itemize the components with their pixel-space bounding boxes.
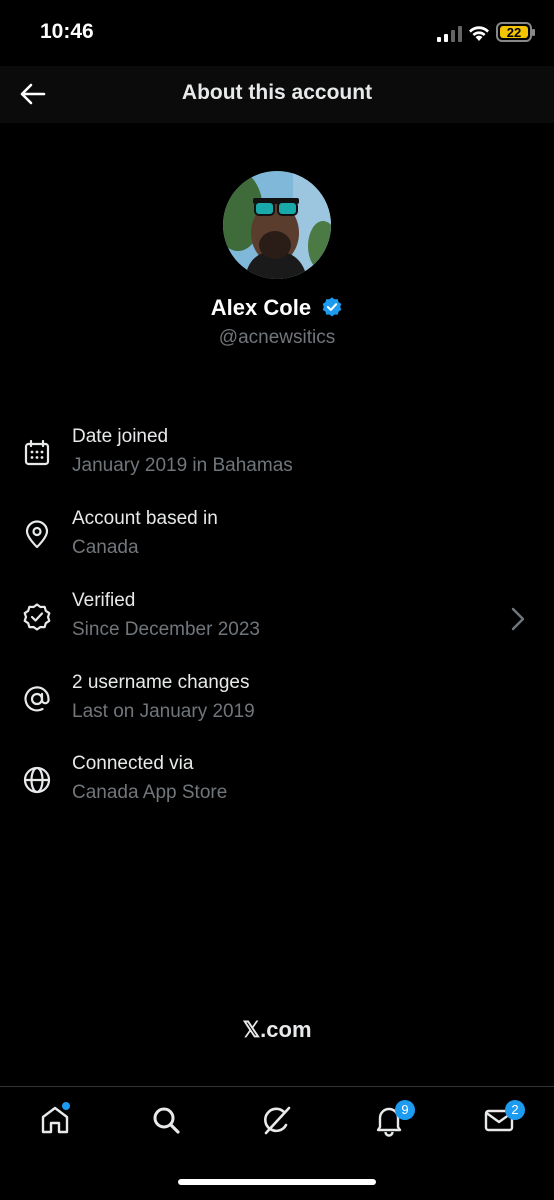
header: About this account	[0, 66, 554, 123]
row-label: Connected via	[72, 753, 194, 774]
globe-icon	[23, 766, 51, 794]
row-connected-via: Connected via Canada App Store	[0, 753, 554, 823]
wifi-icon	[469, 26, 489, 41]
location-pin-icon	[25, 520, 49, 549]
at-sign-icon	[24, 686, 50, 712]
row-value: Last on January 2019	[72, 701, 255, 722]
profile-name-row: Alex Cole	[0, 295, 554, 321]
chevron-right-icon[interactable]	[510, 606, 526, 632]
row-date-joined: Date joined January 2019 in Bahamas	[0, 426, 554, 496]
notifications-badge: 9	[395, 1100, 415, 1120]
row-label: Date joined	[72, 426, 169, 447]
row-label: Account based in	[72, 508, 218, 529]
row-label: Verified	[72, 590, 136, 611]
home-indicator	[178, 1179, 376, 1185]
row-value: Since December 2023	[72, 619, 260, 640]
verified-badge-icon	[322, 297, 342, 317]
grok-icon[interactable]	[260, 1103, 294, 1137]
profile-name: Alex Cole	[210, 295, 312, 320]
row-verified[interactable]: Verified Since December 2023	[0, 590, 554, 660]
avatar[interactable]	[223, 171, 331, 279]
x-com-logo[interactable]: 𝕏.com	[0, 1017, 554, 1043]
battery-icon: 22	[496, 22, 535, 42]
battery-level: 22	[500, 26, 528, 39]
calendar-icon	[24, 439, 50, 466]
cellular-signal-icon	[437, 26, 462, 42]
row-value: Canada App Store	[72, 782, 228, 803]
row-username-changes: 2 username changes Last on January 2019	[0, 672, 554, 742]
profile-handle: @acnewsitics	[218, 327, 336, 348]
messages-badge: 2	[505, 1100, 525, 1120]
status-bar: 10:46 22	[0, 0, 554, 66]
verified-badge-icon	[23, 603, 51, 631]
row-label: 2 username changes	[72, 672, 250, 693]
row-account-based-in: Account based in Canada	[0, 508, 554, 578]
row-value: January 2019 in Bahamas	[72, 455, 293, 476]
row-value: Canada	[72, 537, 139, 558]
home-unread-dot	[62, 1102, 70, 1110]
status-time: 10:46	[40, 20, 94, 43]
page-title: About this account	[181, 81, 373, 104]
search-icon[interactable]	[149, 1103, 183, 1137]
